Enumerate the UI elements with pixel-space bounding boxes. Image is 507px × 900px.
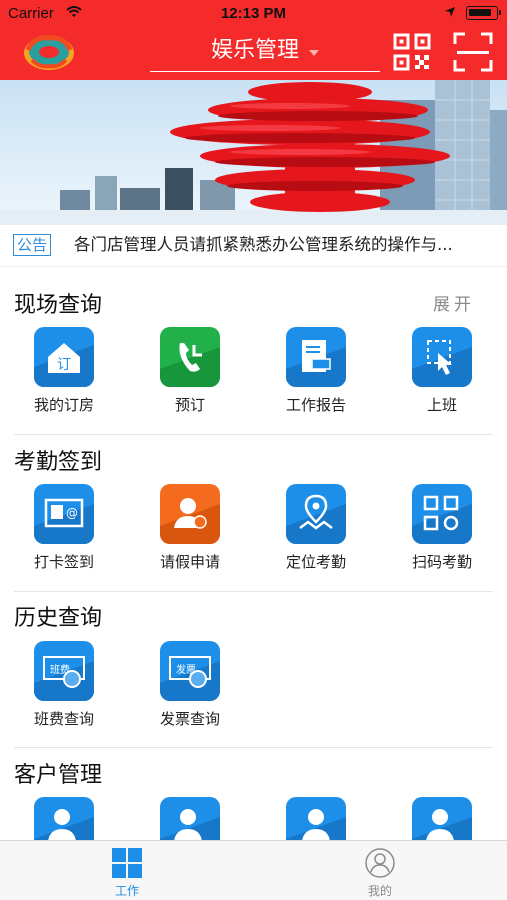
grid-icon: [112, 848, 142, 878]
notice-text: 各门店管理人员请抓紧熟悉办公管理系统的操作与...: [74, 235, 453, 254]
tile-label: 上班: [426, 396, 457, 414]
battery-icon: [466, 6, 501, 20]
banner-image: [0, 80, 507, 225]
tile-punch-in[interactable]: @ 打卡签到: [9, 484, 119, 572]
status-bar: Carrier 12:13 PM: [0, 0, 507, 28]
app-header: Carrier 12:13 PM 娱乐管理: [0, 0, 507, 80]
tab-bar: 工作 我的: [0, 840, 507, 900]
house-icon: 订: [34, 327, 94, 387]
tile-label: 预订: [174, 396, 205, 414]
touch-icon: [412, 327, 472, 387]
tile-my-booking[interactable]: 订 我的订房: [9, 327, 119, 415]
tile-clock-in[interactable]: 上班: [387, 327, 497, 415]
notice-bar[interactable]: 公告 各门店管理人员请抓紧熟悉办公管理系统的操作与...: [0, 225, 507, 267]
tile-leave-request[interactable]: 请假申请: [135, 484, 245, 572]
section-title-history: 历史查询: [14, 606, 103, 631]
section-divider: [14, 591, 493, 592]
tab-work[interactable]: 工作: [67, 841, 187, 900]
ticket-icon: 班费: [34, 641, 94, 701]
svg-text:订: 订: [57, 357, 71, 373]
tab-label: 我的: [367, 884, 392, 898]
page-title: 娱乐管理: [210, 38, 299, 63]
chevron-down-icon: [309, 49, 319, 56]
tab-label: 工作: [114, 884, 139, 898]
tab-mine[interactable]: 我的: [320, 841, 440, 900]
section-divider: [14, 747, 493, 748]
tile-label: 我的订房: [33, 396, 94, 414]
id-card-icon: @: [34, 484, 94, 544]
location-arrow-icon: [445, 7, 455, 17]
tile-label: 工作报告: [285, 396, 346, 414]
tile-reserve[interactable]: 预订: [135, 327, 245, 415]
tile-work-report[interactable]: 工作报告: [261, 327, 371, 415]
tile-label: 扫码考勤: [411, 553, 472, 571]
tile-label: 定位考勤: [285, 553, 346, 571]
svg-text:@: @: [66, 506, 78, 520]
status-time: 12:13 PM: [220, 5, 287, 22]
qrcode-icon[interactable]: [392, 32, 432, 72]
leave-icon: [160, 484, 220, 544]
user-icon: [365, 848, 395, 878]
app-logo: [24, 35, 74, 70]
phone-icon: [160, 327, 220, 387]
qrcode-icon: [412, 484, 472, 544]
tile-location-attendance[interactable]: 定位考勤: [261, 484, 371, 572]
section-title-onsite: 现场查询: [14, 293, 103, 318]
tile-scan-attendance[interactable]: 扫码考勤: [387, 484, 497, 572]
expand-button[interactable]: 展开: [433, 290, 475, 315]
section-divider: [14, 434, 493, 435]
tile-invoice-query[interactable]: 发票 发票查询: [135, 641, 245, 729]
tile-label: 请假申请: [159, 553, 220, 571]
invoice-icon: 发票: [160, 641, 220, 701]
role-selector[interactable]: 娱乐管理: [150, 34, 380, 72]
notice-badge: 公告: [13, 234, 52, 256]
tile-label: 打卡签到: [33, 553, 94, 571]
tile-label: 发票查询: [159, 710, 220, 728]
section-title-customers: 客户管理: [14, 763, 103, 788]
banner-carousel[interactable]: [0, 80, 507, 225]
scan-icon[interactable]: [453, 32, 493, 72]
report-icon: [286, 327, 346, 387]
tile-label: 班费查询: [33, 710, 94, 728]
location-icon: [286, 484, 346, 544]
tile-class-fee-query[interactable]: 班费 班费查询: [9, 641, 119, 729]
section-title-attendance: 考勤签到: [14, 450, 103, 475]
